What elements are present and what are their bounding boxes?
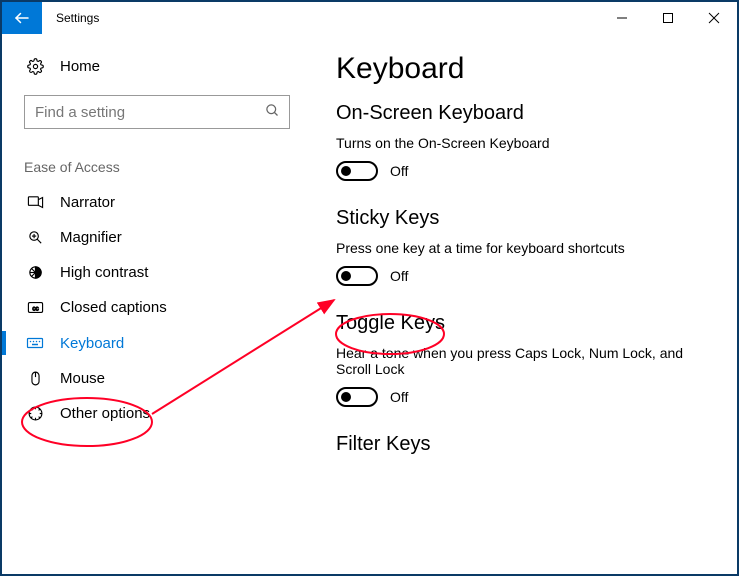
section-description: Hear a tone when you press Caps Lock, Nu… [336,345,686,377]
window-title: Settings [56,11,99,25]
mouse-icon [24,370,46,387]
closed-captions-icon: cc [24,299,46,316]
search-icon [265,103,280,121]
back-button[interactable] [2,2,42,34]
sidebar-item-label: Keyboard [60,335,124,352]
category-label: Ease of Access [2,143,312,185]
section-toggle-keys: Toggle Keys Hear a tone when you press C… [336,312,713,407]
gear-icon [24,58,46,75]
section-title: Sticky Keys [336,207,713,230]
section-title: On-Screen Keyboard [336,102,713,125]
titlebar: Settings [2,2,737,34]
section-title: Filter Keys [336,433,713,456]
section-description: Press one key at a time for keyboard sho… [336,240,713,256]
sidebar-item-high-contrast[interactable]: High contrast [2,255,312,290]
contrast-icon [24,264,46,281]
sidebar-item-label: Narrator [60,194,115,211]
maximize-button[interactable] [645,2,691,34]
narrator-icon [24,194,46,211]
sidebar-item-home[interactable]: Home [2,52,312,81]
content-pane: Keyboard On-Screen Keyboard Turns on the… [312,34,737,574]
sidebar: Home Ease of Access Narrator Magnifi [2,34,312,574]
keyboard-icon [24,334,46,352]
sidebar-item-label: Mouse [60,370,105,387]
magnifier-icon [24,229,46,246]
sticky-keys-toggle[interactable] [336,266,378,286]
sidebar-item-mouse[interactable]: Mouse [2,361,312,396]
close-button[interactable] [691,2,737,34]
section-filter-keys: Filter Keys [336,433,713,456]
page-title: Keyboard [336,52,713,86]
section-title: Toggle Keys [336,312,713,335]
sidebar-item-keyboard[interactable]: Keyboard [2,325,312,361]
sidebar-item-label: High contrast [60,264,148,281]
sidebar-item-other-options[interactable]: Other options [2,396,312,431]
options-icon [24,405,46,422]
sidebar-item-label: Other options [60,405,150,422]
section-description: Turns on the On-Screen Keyboard [336,135,713,151]
toggle-state-label: Off [390,389,408,405]
sidebar-item-closed-captions[interactable]: cc Closed captions [2,290,312,325]
section-sticky-keys: Sticky Keys Press one key at a time for … [336,207,713,286]
section-on-screen-keyboard: On-Screen Keyboard Turns on the On-Scree… [336,102,713,181]
sidebar-item-label: Home [60,58,100,75]
sidebar-item-label: Closed captions [60,299,167,316]
search-container [24,95,290,129]
on-screen-keyboard-toggle[interactable] [336,161,378,181]
minimize-button[interactable] [599,2,645,34]
toggle-state-label: Off [390,163,408,179]
sidebar-item-narrator[interactable]: Narrator [2,185,312,220]
sidebar-item-label: Magnifier [60,229,122,246]
toggle-state-label: Off [390,268,408,284]
sidebar-item-magnifier[interactable]: Magnifier [2,220,312,255]
toggle-keys-toggle[interactable] [336,387,378,407]
svg-text:cc: cc [32,305,39,312]
search-input[interactable] [24,95,290,129]
